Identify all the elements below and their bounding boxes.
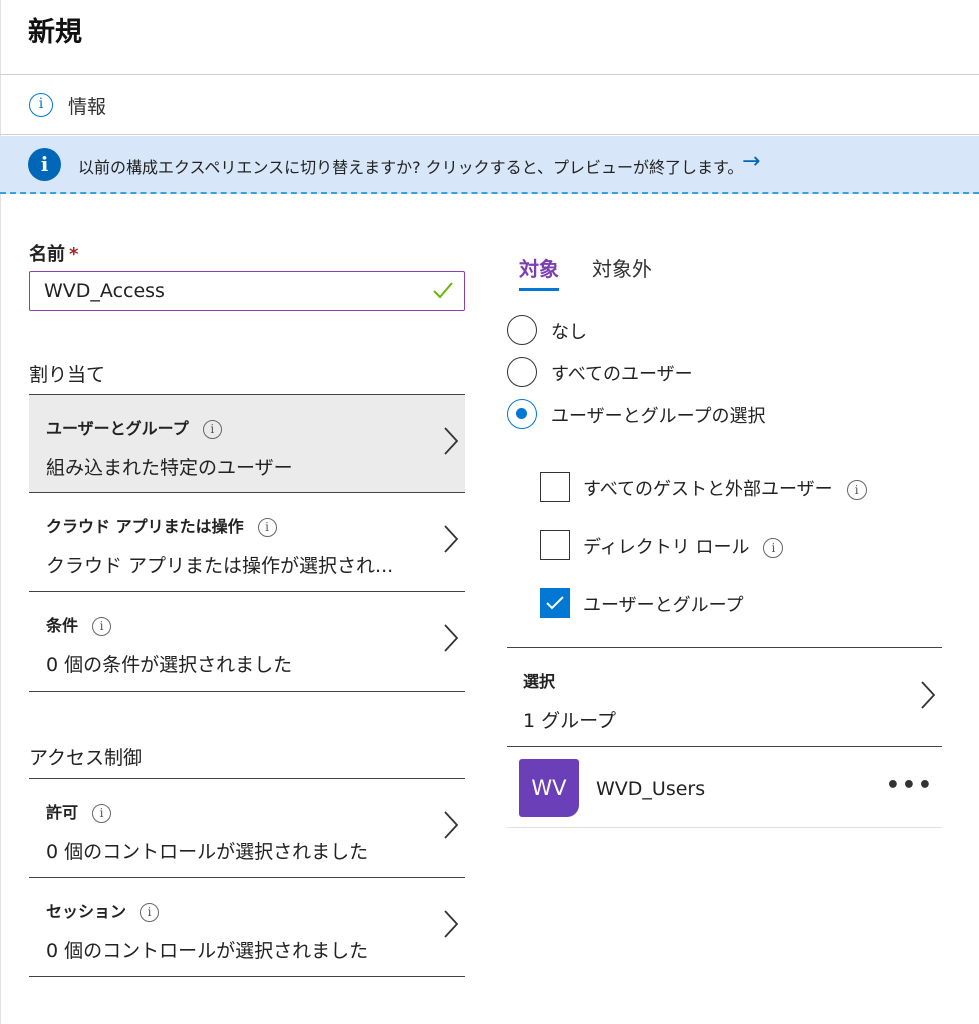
- checkbox[interactable]: [540, 472, 570, 502]
- checkbox-label[interactable]: ユーザーとグループ: [583, 591, 744, 617]
- access-row-session[interactable]: セッション i 0 個のコントロールが選択されました: [29, 877, 465, 977]
- banner-info-icon: i: [28, 148, 61, 181]
- radio-label[interactable]: なし: [551, 318, 587, 344]
- row-value: 1 グループ: [523, 710, 616, 732]
- chevron-right-icon: [444, 525, 459, 553]
- info-icon[interactable]: i: [846, 480, 867, 500]
- name-input[interactable]: [44, 278, 424, 304]
- info-button-label[interactable]: 情報: [68, 92, 106, 119]
- row-value: 組み込まれた特定のユーザー: [46, 457, 293, 479]
- checkmark-icon: [546, 596, 564, 610]
- row-title: セッション i: [46, 898, 160, 922]
- tab-exclude[interactable]: 対象外: [592, 253, 652, 291]
- info-icon[interactable]: i: [202, 420, 222, 439]
- radio-button[interactable]: [507, 399, 537, 429]
- avatar: WV: [519, 759, 579, 817]
- chevron-right-icon: [444, 811, 459, 839]
- radio-button[interactable]: [507, 315, 537, 345]
- assignment-row-conditions[interactable]: 条件 i 0 個の条件が選択されました: [29, 591, 465, 692]
- page-title: 新規: [28, 17, 82, 48]
- row-value: クラウド アプリまたは操作が選択され...: [46, 555, 394, 577]
- row-value: 0 個の条件が選択されました: [46, 654, 293, 676]
- group-name: WVD_Users: [596, 778, 706, 800]
- checkbox-label[interactable]: すべてのゲストと外部ユーザー i: [583, 475, 867, 501]
- valid-check-icon: [433, 282, 453, 299]
- info-toolbar[interactable]: i 情報: [0, 75, 979, 135]
- arrow-right-icon[interactable]: →: [742, 149, 760, 174]
- title-bar: 新規: [0, 0, 979, 75]
- tab-include[interactable]: 対象: [519, 253, 559, 291]
- row-title: 選択: [523, 672, 556, 691]
- row-value: 0 個のコントロールが選択されました: [46, 940, 369, 962]
- info-icon[interactable]: i: [92, 617, 112, 636]
- access-row-grant[interactable]: 許可 i 0 個のコントロールが選択されました: [29, 778, 465, 876]
- selected-group-item[interactable]: WV WVD_Users •••: [507, 750, 942, 828]
- assignment-section-label: 割り当て: [29, 364, 106, 386]
- banner-text[interactable]: 以前の構成エクスペリエンスに切り替えますか? クリックすると、プレビューが終了し…: [78, 154, 743, 178]
- row-title: クラウド アプリまたは操作 i: [46, 513, 277, 537]
- info-icon[interactable]: i: [92, 804, 112, 823]
- radio-label[interactable]: ユーザーとグループの選択: [551, 402, 766, 428]
- radio-button[interactable]: [507, 357, 537, 387]
- required-marker: *: [69, 244, 79, 265]
- chevron-right-icon: [444, 910, 459, 938]
- row-title: ユーザーとグループ i: [46, 415, 222, 439]
- row-value: 0 個のコントロールが選択されました: [46, 841, 369, 863]
- name-label-text: 名前: [29, 244, 65, 265]
- access-control-section-label: アクセス制御: [29, 747, 143, 769]
- chevron-right-icon: [444, 427, 459, 455]
- select-users-row[interactable]: 選択 1 グループ: [507, 647, 942, 747]
- preview-banner[interactable]: i 以前の構成エクスペリエンスに切り替えますか? クリックすると、プレビューが終…: [0, 136, 979, 194]
- info-icon[interactable]: i: [29, 93, 53, 117]
- row-title: 条件 i: [46, 612, 112, 636]
- chevron-right-icon: [444, 624, 459, 652]
- radio-label[interactable]: すべてのユーザー: [551, 360, 693, 386]
- name-field-label: 名前 *: [29, 240, 78, 266]
- row-title: 許可 i: [46, 799, 112, 823]
- chevron-right-icon: [921, 681, 936, 709]
- info-icon[interactable]: i: [140, 903, 160, 922]
- assignment-row-users-groups[interactable]: ユーザーとグループ i 組み込まれた特定のユーザー: [29, 394, 465, 492]
- name-field[interactable]: [29, 271, 465, 311]
- checkbox[interactable]: [540, 588, 570, 618]
- info-icon[interactable]: i: [257, 518, 277, 537]
- checkbox-label[interactable]: ディレクトリ ロール i: [583, 533, 784, 559]
- checkbox[interactable]: [540, 530, 570, 560]
- assignment-row-cloud-apps[interactable]: クラウド アプリまたは操作 i クラウド アプリまたは操作が選択され...: [29, 492, 465, 590]
- info-icon[interactable]: i: [763, 538, 784, 558]
- more-options-icon[interactable]: •••: [886, 773, 934, 798]
